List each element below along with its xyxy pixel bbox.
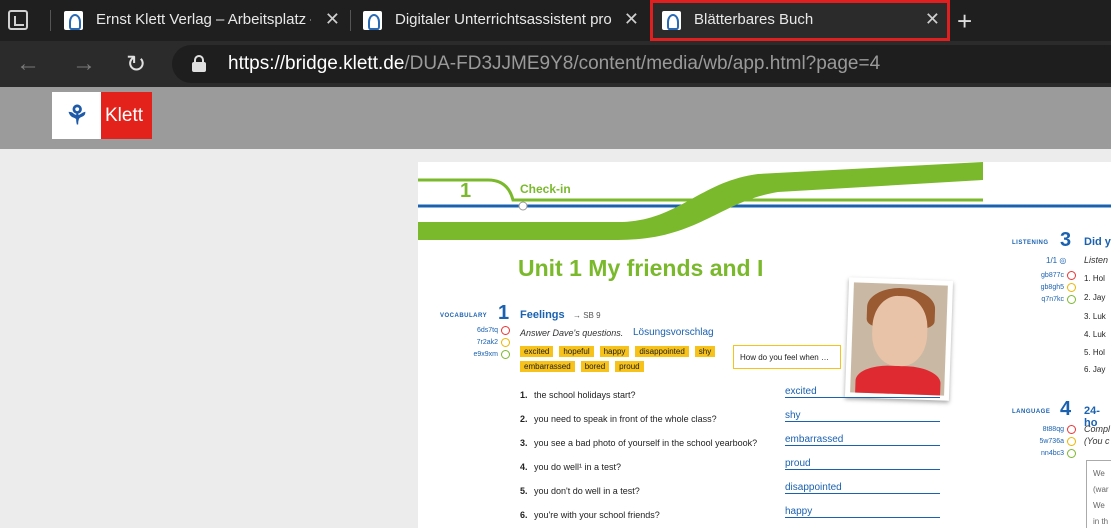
audio-track[interactable]: 1/1 ◎: [1046, 256, 1066, 265]
word-bank: excited hopeful happy disappointed shy e…: [520, 346, 720, 372]
klett-favicon-icon: [662, 11, 681, 30]
media-codes: 8t88qg 5w736a nn4bc3: [1024, 424, 1076, 460]
answer-field-6[interactable]: happy: [785, 506, 940, 518]
question-5: 5. you don't do well in a test?: [520, 486, 640, 496]
tab-title: Digitaler Unterrichtsassistent pro: [395, 11, 612, 28]
close-tab-icon[interactable]: ✕: [925, 9, 940, 30]
exercise-instruction: (You c: [1084, 436, 1110, 446]
circle-green-icon: [1067, 294, 1076, 304]
question-1: 1. the school holidays start?: [520, 390, 636, 400]
media-codes: 6ds7tq 7r2ak2 e9x9xm: [458, 325, 510, 361]
answer-field-3[interactable]: embarrassed: [785, 434, 940, 446]
tab-title: Blätterbares Buch: [694, 11, 814, 28]
exercise-number: 1: [498, 302, 510, 324]
circle-green-icon: [501, 349, 510, 359]
list-item: 1. Hol: [1084, 274, 1105, 283]
answer-field-4[interactable]: proud: [785, 458, 940, 470]
circle-yellow-icon: [501, 337, 510, 347]
word-chip: excited: [520, 346, 554, 357]
circle-red-icon: [501, 325, 510, 335]
section-label: VOCABULARY: [440, 313, 488, 319]
word-chip: bored: [580, 361, 610, 372]
answer-field-5[interactable]: disappointed: [785, 482, 940, 494]
new-tab-icon[interactable]: +: [957, 6, 972, 37]
circle-green-icon: [1067, 448, 1076, 458]
list-item: 6. Jay: [1084, 365, 1106, 374]
exercise-instruction: Listen: [1084, 255, 1109, 265]
klett-favicon-icon: [363, 11, 382, 30]
tab-title: Ernst Klett Verlag – Arbeitsplatz –: [96, 11, 311, 28]
word-chip: shy: [694, 346, 716, 357]
section-label: LISTENING: [1012, 240, 1049, 246]
klett-favicon-icon: [64, 11, 83, 30]
circle-red-icon: [1067, 424, 1076, 434]
klett-logo[interactable]: ⚘ Klett: [52, 92, 152, 139]
media-codes: gb877c gb8gh5 q7n7kc: [1024, 270, 1076, 306]
list-item: 4. Luk: [1084, 330, 1106, 339]
book-page: 1 Check-in Unit 1 My friends and I VOCAB…: [418, 162, 1111, 528]
question-2: 2. you need to speak in front of the whol…: [520, 414, 717, 424]
close-tab-icon[interactable]: ✕: [325, 9, 340, 30]
dave-photo: [844, 277, 954, 401]
tab-separator: [50, 10, 51, 31]
word-chip: happy: [599, 346, 630, 357]
answer-field-1[interactable]: excited: [785, 386, 940, 398]
logo-text: Klett: [101, 92, 152, 139]
word-chip: disappointed: [635, 346, 689, 357]
back-icon[interactable]: ←: [16, 50, 40, 78]
url-field[interactable]: https://bridge.klett.de/DUA-FD3JJME9Y8/c…: [172, 45, 1111, 83]
question-3: 3. you see a bad photo of yourself in the…: [520, 438, 758, 448]
circle-yellow-icon: [1067, 282, 1076, 292]
reload-icon[interactable]: ↻: [126, 50, 146, 79]
section-label: LANGUAGE: [1012, 409, 1051, 415]
list-item: 5. Hol: [1084, 348, 1105, 357]
browser-address-bar: ← → ↻ https://bridge.klett.de/DUA-FD3JJM…: [0, 41, 1111, 87]
browser-tab-bar: Ernst Klett Verlag – Arbeitsplatz – ✕ Di…: [0, 0, 1111, 41]
exercise-number: 4: [1060, 398, 1072, 420]
question-6: 6. you're with your school friends?: [520, 510, 660, 520]
exercise-title: Feelings: [520, 309, 565, 321]
list-item: 2. Jay: [1084, 293, 1106, 302]
exercise-instruction: Answer Dave's questions.: [520, 328, 624, 338]
lock-icon[interactable]: [192, 55, 206, 72]
solution-link[interactable]: Lösungsvorschlag: [633, 327, 714, 338]
url-text: https://bridge.klett.de/DUA-FD3JJME9Y8/c…: [228, 53, 881, 74]
list-item: 3. Luk: [1084, 312, 1106, 321]
unit-title: Unit 1 My friends and I: [518, 255, 764, 281]
student-book-ref: → SB 9: [573, 311, 601, 320]
banner-label: Check-in: [520, 182, 571, 196]
exercise-instruction: Compl: [1084, 424, 1111, 434]
tab-unterrichtsassistent[interactable]: Digitaler Unterrichtsassistent pro ✕: [351, 0, 649, 41]
speech-bubble: How do you feel when …: [733, 345, 841, 369]
banner-number: 1: [460, 180, 472, 202]
site-header: ⚘ Klett: [0, 87, 1111, 149]
word-chip: embarrassed: [520, 361, 575, 372]
close-tab-icon[interactable]: ✕: [624, 9, 639, 30]
tab-actions-icon[interactable]: [8, 10, 28, 30]
tab-klett-arbeitsplatz[interactable]: Ernst Klett Verlag – Arbeitsplatz – ✕: [52, 0, 350, 41]
text-box: We (war We in th: [1086, 460, 1111, 528]
klett-leaf-icon: ⚘: [65, 100, 89, 130]
exercise-title: Did y: [1084, 236, 1111, 248]
forward-icon[interactable]: →: [72, 50, 96, 78]
circle-red-icon: [1067, 270, 1076, 280]
exercise-number: 3: [1060, 229, 1072, 251]
answer-field-2[interactable]: shy: [785, 410, 940, 422]
word-chip: hopeful: [559, 346, 594, 357]
word-chip: proud: [615, 361, 644, 372]
tab-blaetterbares-buch[interactable]: Blätterbares Buch ✕: [650, 0, 950, 41]
question-4: 4. you do well¹ in a test?: [520, 462, 622, 472]
checkin-banner: [418, 162, 1111, 240]
circle-yellow-icon: [1067, 436, 1076, 446]
